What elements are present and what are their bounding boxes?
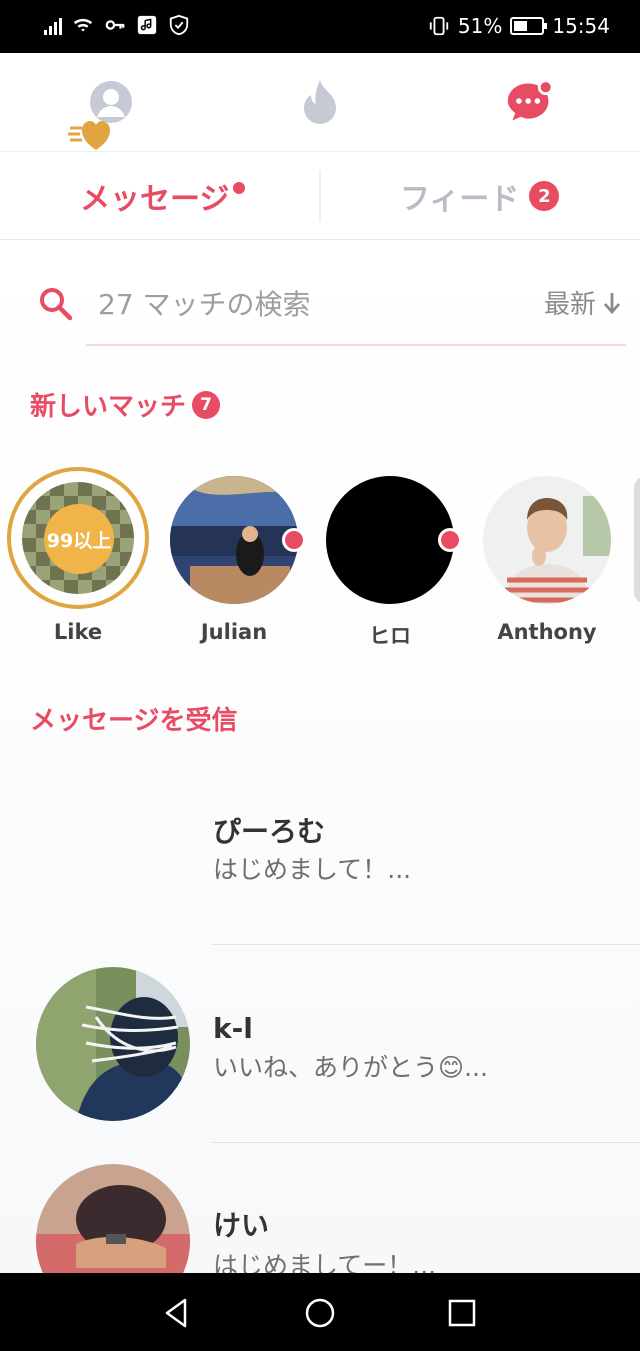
tab-feed-label: フィード: [400, 182, 520, 217]
message-tabs: メッセージ フィード 2: [0, 152, 640, 240]
message-sender: けい: [213, 1209, 270, 1242]
vibrate-icon: [429, 16, 449, 36]
search-bar: 最新: [38, 282, 628, 346]
heart-icon: [68, 121, 110, 150]
likes-label: Like: [53, 620, 103, 644]
arrow-down-icon: [603, 292, 621, 314]
sort-button[interactable]: 最新: [544, 284, 622, 321]
shield-icon: [169, 14, 189, 36]
flame-icon: [304, 80, 336, 124]
avatar: [483, 476, 611, 604]
tab-messages[interactable]: メッセージ: [80, 152, 246, 240]
signal-icon: [44, 15, 62, 35]
wifi-icon: [73, 18, 93, 32]
messages-button[interactable]: [506, 78, 554, 126]
recents-icon[interactable]: [446, 1297, 478, 1329]
match-julian[interactable]: Julian: [162, 470, 306, 650]
match-next-partial[interactable]: [634, 476, 640, 604]
messages-icon: [507, 79, 554, 121]
avatar: [36, 967, 190, 1121]
divider: [212, 944, 640, 945]
avatar: [170, 476, 298, 604]
divider: [212, 1142, 640, 1143]
search-input[interactable]: [98, 282, 458, 326]
battery-percent: 51%: [457, 14, 503, 38]
match-name: ヒロ: [369, 624, 411, 648]
avatar: [326, 476, 454, 604]
message-row[interactable]: ぴーろむ はじめまして！...: [0, 748, 640, 946]
new-matches-header: 新しいマッチ 7: [30, 386, 221, 423]
tab-divider: [319, 170, 321, 222]
message-preview: いいね、ありがとう😊...: [213, 1053, 488, 1082]
clock: 15:54: [552, 14, 610, 38]
tab-feed[interactable]: フィード 2: [400, 152, 560, 240]
message-preview: はじめましてー！...: [213, 1251, 437, 1273]
messages-header: メッセージを受信: [30, 700, 237, 737]
match-anthony[interactable]: Anthony: [475, 470, 615, 650]
home-icon[interactable]: [304, 1297, 336, 1329]
likes-ring: 99以上: [7, 467, 149, 609]
back-icon[interactable]: [161, 1297, 193, 1329]
message-sender: ぴーろむ: [213, 815, 326, 848]
unread-dot: [282, 528, 306, 552]
status-icons-left: [44, 14, 190, 36]
status-icons-right: 51% 15:54: [428, 14, 610, 38]
search-icon: [40, 288, 73, 321]
status-bar: 51% 15:54: [0, 0, 640, 53]
system-nav-bar: [0, 1273, 640, 1351]
message-preview: はじめまして！...: [213, 855, 412, 884]
unread-dot: [233, 182, 246, 194]
discover-button[interactable]: [296, 78, 344, 126]
new-matches-title: 新しいマッチ: [30, 392, 187, 422]
unread-dot: [438, 528, 462, 552]
match-hiro[interactable]: ヒロ: [318, 470, 462, 650]
battery-icon: [510, 17, 548, 35]
avatar: [36, 1164, 190, 1273]
message-row[interactable]: k-l いいね、ありがとう😊...: [0, 946, 640, 1144]
feed-badge: 2: [529, 181, 560, 211]
search-underline: [86, 344, 626, 346]
tab-messages-label: メッセージ: [80, 182, 230, 217]
likes-count: 99以上: [44, 504, 114, 574]
new-matches-badge: 7: [192, 390, 221, 419]
message-sender: k-l: [213, 1012, 253, 1045]
match-name: Anthony: [497, 620, 597, 644]
messages-title: メッセージを受信: [30, 706, 238, 736]
match-name: Julian: [200, 620, 268, 644]
message-row[interactable]: けい はじめましてー！...: [0, 1144, 640, 1273]
sort-label: 最新: [543, 290, 596, 320]
key-icon: [105, 20, 125, 30]
music-app-icon: [137, 15, 157, 35]
